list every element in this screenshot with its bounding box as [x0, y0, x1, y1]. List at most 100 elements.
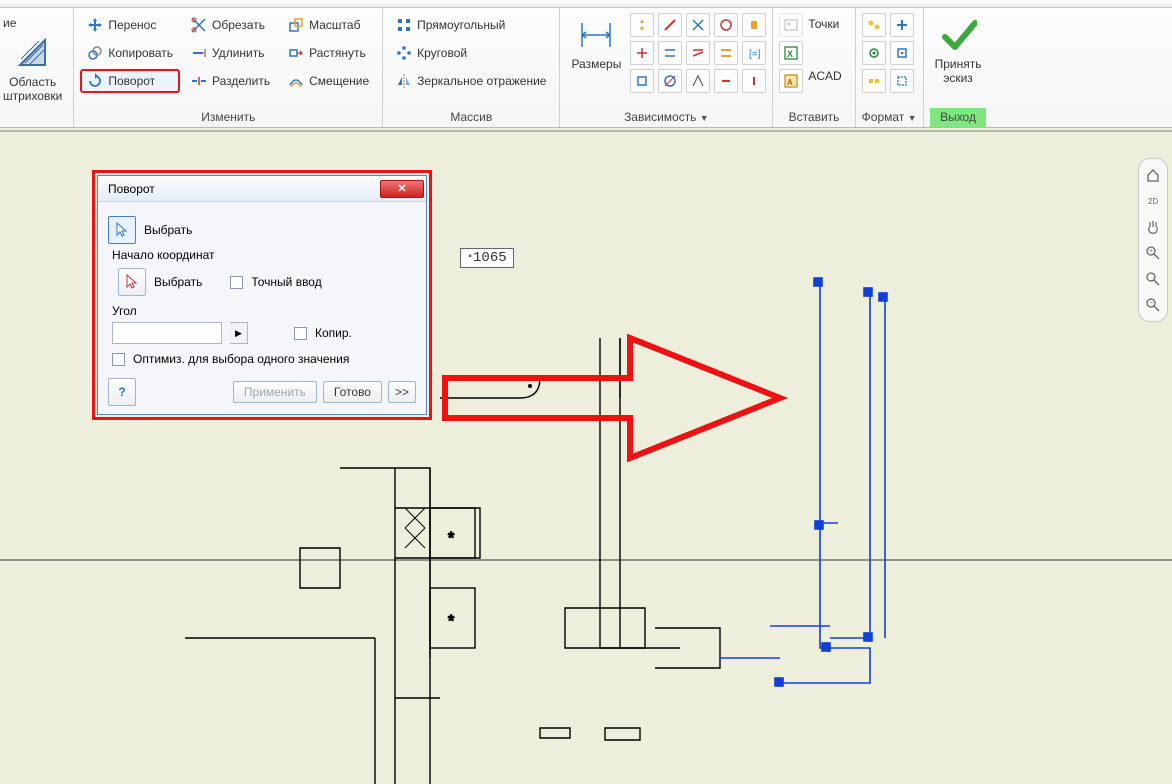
ribbon-group-modify: Перенос Копировать Поворот Обрезать	[74, 8, 383, 127]
svg-text:X: X	[787, 49, 793, 59]
canvas-area[interactable]: ▪1065 * *	[0, 128, 1172, 784]
hatch-label-1: Область	[9, 75, 56, 89]
zoom-out-icon[interactable]: −	[1143, 295, 1163, 315]
mirror-label: Зеркальное отражение	[417, 74, 546, 88]
stretch-button[interactable]: Растянуть	[281, 41, 376, 65]
constraint-tool-12[interactable]	[658, 69, 682, 93]
acad-button[interactable]: ACAD	[807, 65, 848, 87]
format-tool-2[interactable]	[890, 13, 914, 37]
array-circ-label: Круговой	[417, 46, 467, 60]
help-icon: ?	[118, 385, 125, 399]
trim-button[interactable]: Обрезать	[184, 13, 277, 37]
orbit-2d-icon[interactable]: 2D	[1143, 191, 1163, 211]
group-format-label[interactable]: Формат ▼	[862, 108, 917, 127]
hatch-icon	[14, 34, 52, 72]
stretch-icon	[288, 45, 304, 61]
finish-sketch-button[interactable]: Принять эскиз	[930, 13, 987, 89]
ribbon-group-insert: X A Точки ACAD Вставить	[773, 8, 855, 127]
extend-button[interactable]: Удлинить	[184, 41, 277, 65]
constraint-tool-13[interactable]	[686, 69, 710, 93]
hatch-label-partial: ие	[3, 16, 16, 30]
copy-label: Копировать	[108, 46, 173, 60]
done-label: Готово	[334, 385, 371, 399]
svg-text:−: −	[1149, 300, 1153, 307]
ribbon: ие Область штриховки Перено	[0, 8, 1172, 128]
acad-label: ACAD	[808, 69, 841, 83]
move-icon	[87, 17, 103, 33]
select-geometry-button[interactable]	[108, 216, 136, 244]
move-button[interactable]: Перенос	[80, 13, 180, 37]
constraint-tool-3[interactable]	[686, 13, 710, 37]
close-icon: ✕	[397, 182, 406, 195]
format-tool-6[interactable]	[890, 69, 914, 93]
format-tool-5[interactable]	[862, 69, 886, 93]
dimension-icon	[577, 16, 615, 54]
constraint-tool-1[interactable]	[630, 13, 654, 37]
trim-label: Обрезать	[212, 18, 265, 32]
angle-input[interactable]	[112, 322, 222, 344]
array-rect-icon	[396, 17, 412, 33]
constraint-tool-15[interactable]	[742, 69, 766, 93]
constraint-tool-6[interactable]	[630, 41, 654, 65]
optimize-checkbox[interactable]	[112, 353, 125, 366]
finish-label-1: Принять	[935, 57, 982, 71]
constraint-tool-7[interactable]	[658, 41, 682, 65]
constraint-tool-2[interactable]	[658, 13, 682, 37]
precise-input-checkbox[interactable]	[230, 276, 243, 289]
stretch-label: Растянуть	[309, 46, 366, 60]
constraint-tool-9[interactable]	[714, 41, 738, 65]
constraint-tool-10[interactable]: [=]	[742, 41, 766, 65]
array-rect-button[interactable]: Прямоугольный	[389, 13, 553, 37]
copy-checkbox[interactable]	[294, 327, 307, 340]
array-circ-button[interactable]: Круговой	[389, 41, 553, 65]
angle-dropdown-arrow[interactable]: ▶	[230, 322, 248, 344]
apply-button[interactable]: Применить	[233, 381, 317, 403]
origin-label: Начало координат	[112, 248, 416, 262]
cursor-icon	[114, 221, 130, 240]
format-tool-1[interactable]	[862, 13, 886, 37]
zoom-all-icon[interactable]	[1143, 269, 1163, 289]
copy-button[interactable]: Копировать	[80, 41, 180, 65]
close-button[interactable]: ✕	[380, 180, 424, 198]
home-view-icon[interactable]	[1143, 165, 1163, 185]
svg-text:A: A	[787, 78, 793, 87]
constraint-tool-14[interactable]	[714, 69, 738, 93]
select-origin-button[interactable]	[118, 268, 146, 296]
ribbon-group-hatch: ие Область штриховки	[0, 8, 74, 127]
ribbon-group-array: Прямоугольный Круговой Зеркальное отраже…	[383, 8, 560, 127]
constraint-tool-4[interactable]	[714, 13, 738, 37]
dimension-button[interactable]: Размеры	[566, 13, 626, 75]
offset-label: Смещение	[309, 74, 369, 88]
cursor-origin-icon	[124, 273, 140, 292]
constraint-tool-5[interactable]	[742, 13, 766, 37]
format-tool-3[interactable]	[862, 41, 886, 65]
constraint-tool-8[interactable]	[686, 41, 710, 65]
group-modify-label: Изменить	[80, 108, 376, 127]
format-tool-4[interactable]	[890, 41, 914, 65]
svg-text:*: *	[448, 613, 454, 630]
extend-label: Удлинить	[212, 46, 264, 60]
offset-button[interactable]: Смещение	[281, 69, 376, 93]
insert-acad-icon-button[interactable]: A	[779, 69, 803, 93]
zoom-in-icon[interactable]: +	[1143, 243, 1163, 263]
copy-label: Копир.	[315, 326, 352, 340]
constraint-tool-11[interactable]	[630, 69, 654, 93]
done-button[interactable]: Готово	[323, 381, 382, 403]
help-button[interactable]: ?	[108, 378, 136, 406]
ribbon-group-exit: Принять эскиз Выход	[924, 8, 993, 127]
insert-image-button[interactable]	[779, 13, 803, 37]
rotate-button[interactable]: Поворот	[80, 69, 180, 93]
extend-icon	[191, 45, 207, 61]
split-button[interactable]: Разделить	[184, 69, 277, 93]
points-button[interactable]: Точки	[807, 13, 848, 35]
dialog-titlebar[interactable]: Поворот ✕	[98, 176, 426, 202]
insert-excel-button[interactable]: X	[779, 41, 803, 65]
hatch-button[interactable]: ие Область штриховки	[0, 13, 67, 107]
precise-input-label: Точный ввод	[251, 275, 321, 289]
scale-button[interactable]: Масштаб	[281, 13, 376, 37]
expand-button[interactable]: >>	[388, 381, 416, 403]
group-dimension-label[interactable]: Зависимость ▼	[566, 108, 766, 127]
mirror-button[interactable]: Зеркальное отражение	[389, 69, 553, 93]
pan-icon[interactable]	[1143, 217, 1163, 237]
points-label: Точки	[808, 17, 839, 31]
